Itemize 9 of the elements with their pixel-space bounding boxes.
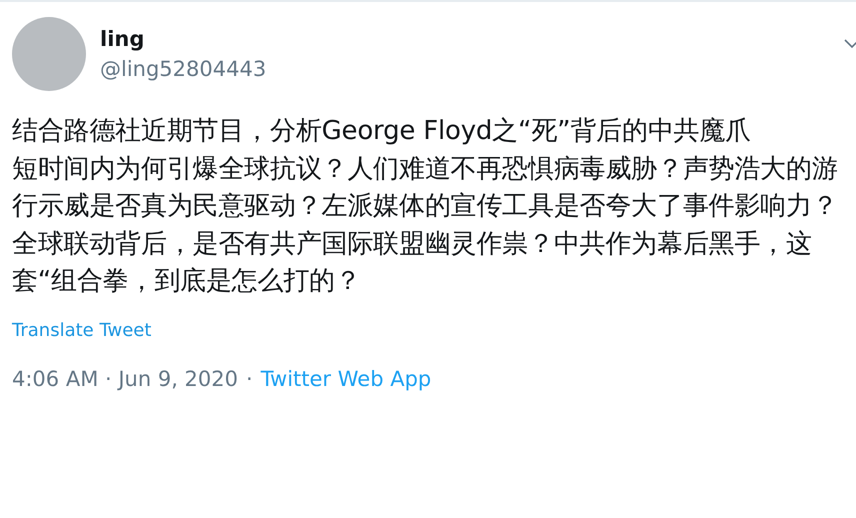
tweet-text: 结合路德社近期节目，分析George Floyd之“死”背后的中共魔爪	[12, 115, 752, 148]
tweet-text: 短时间内为何引爆全球抗议？人们难道不再恐惧病毒威胁？声势浩大的游行示威是否真为民意驱动？左派媒体的宣传工具是否夸大了事件影响力？全球联动背后，是否有共产国际联盟幽灵作祟？中共作为幕后黑手，这套“组合拳，到底是怎么打的？	[12, 152, 839, 298]
author-name[interactable]: ling	[100, 26, 266, 52]
translate-link[interactable]: Translate Tweet	[12, 318, 152, 342]
author-handle[interactable]: @ling52804443	[100, 56, 266, 82]
source-link[interactable]: Twitter Web App	[260, 364, 432, 392]
tweet-timestamp[interactable]: 4:06 AM · Jun 9, 2020	[12, 364, 238, 392]
separator-dot: ·	[246, 366, 253, 392]
chevron-down-icon[interactable]	[844, 39, 856, 49]
